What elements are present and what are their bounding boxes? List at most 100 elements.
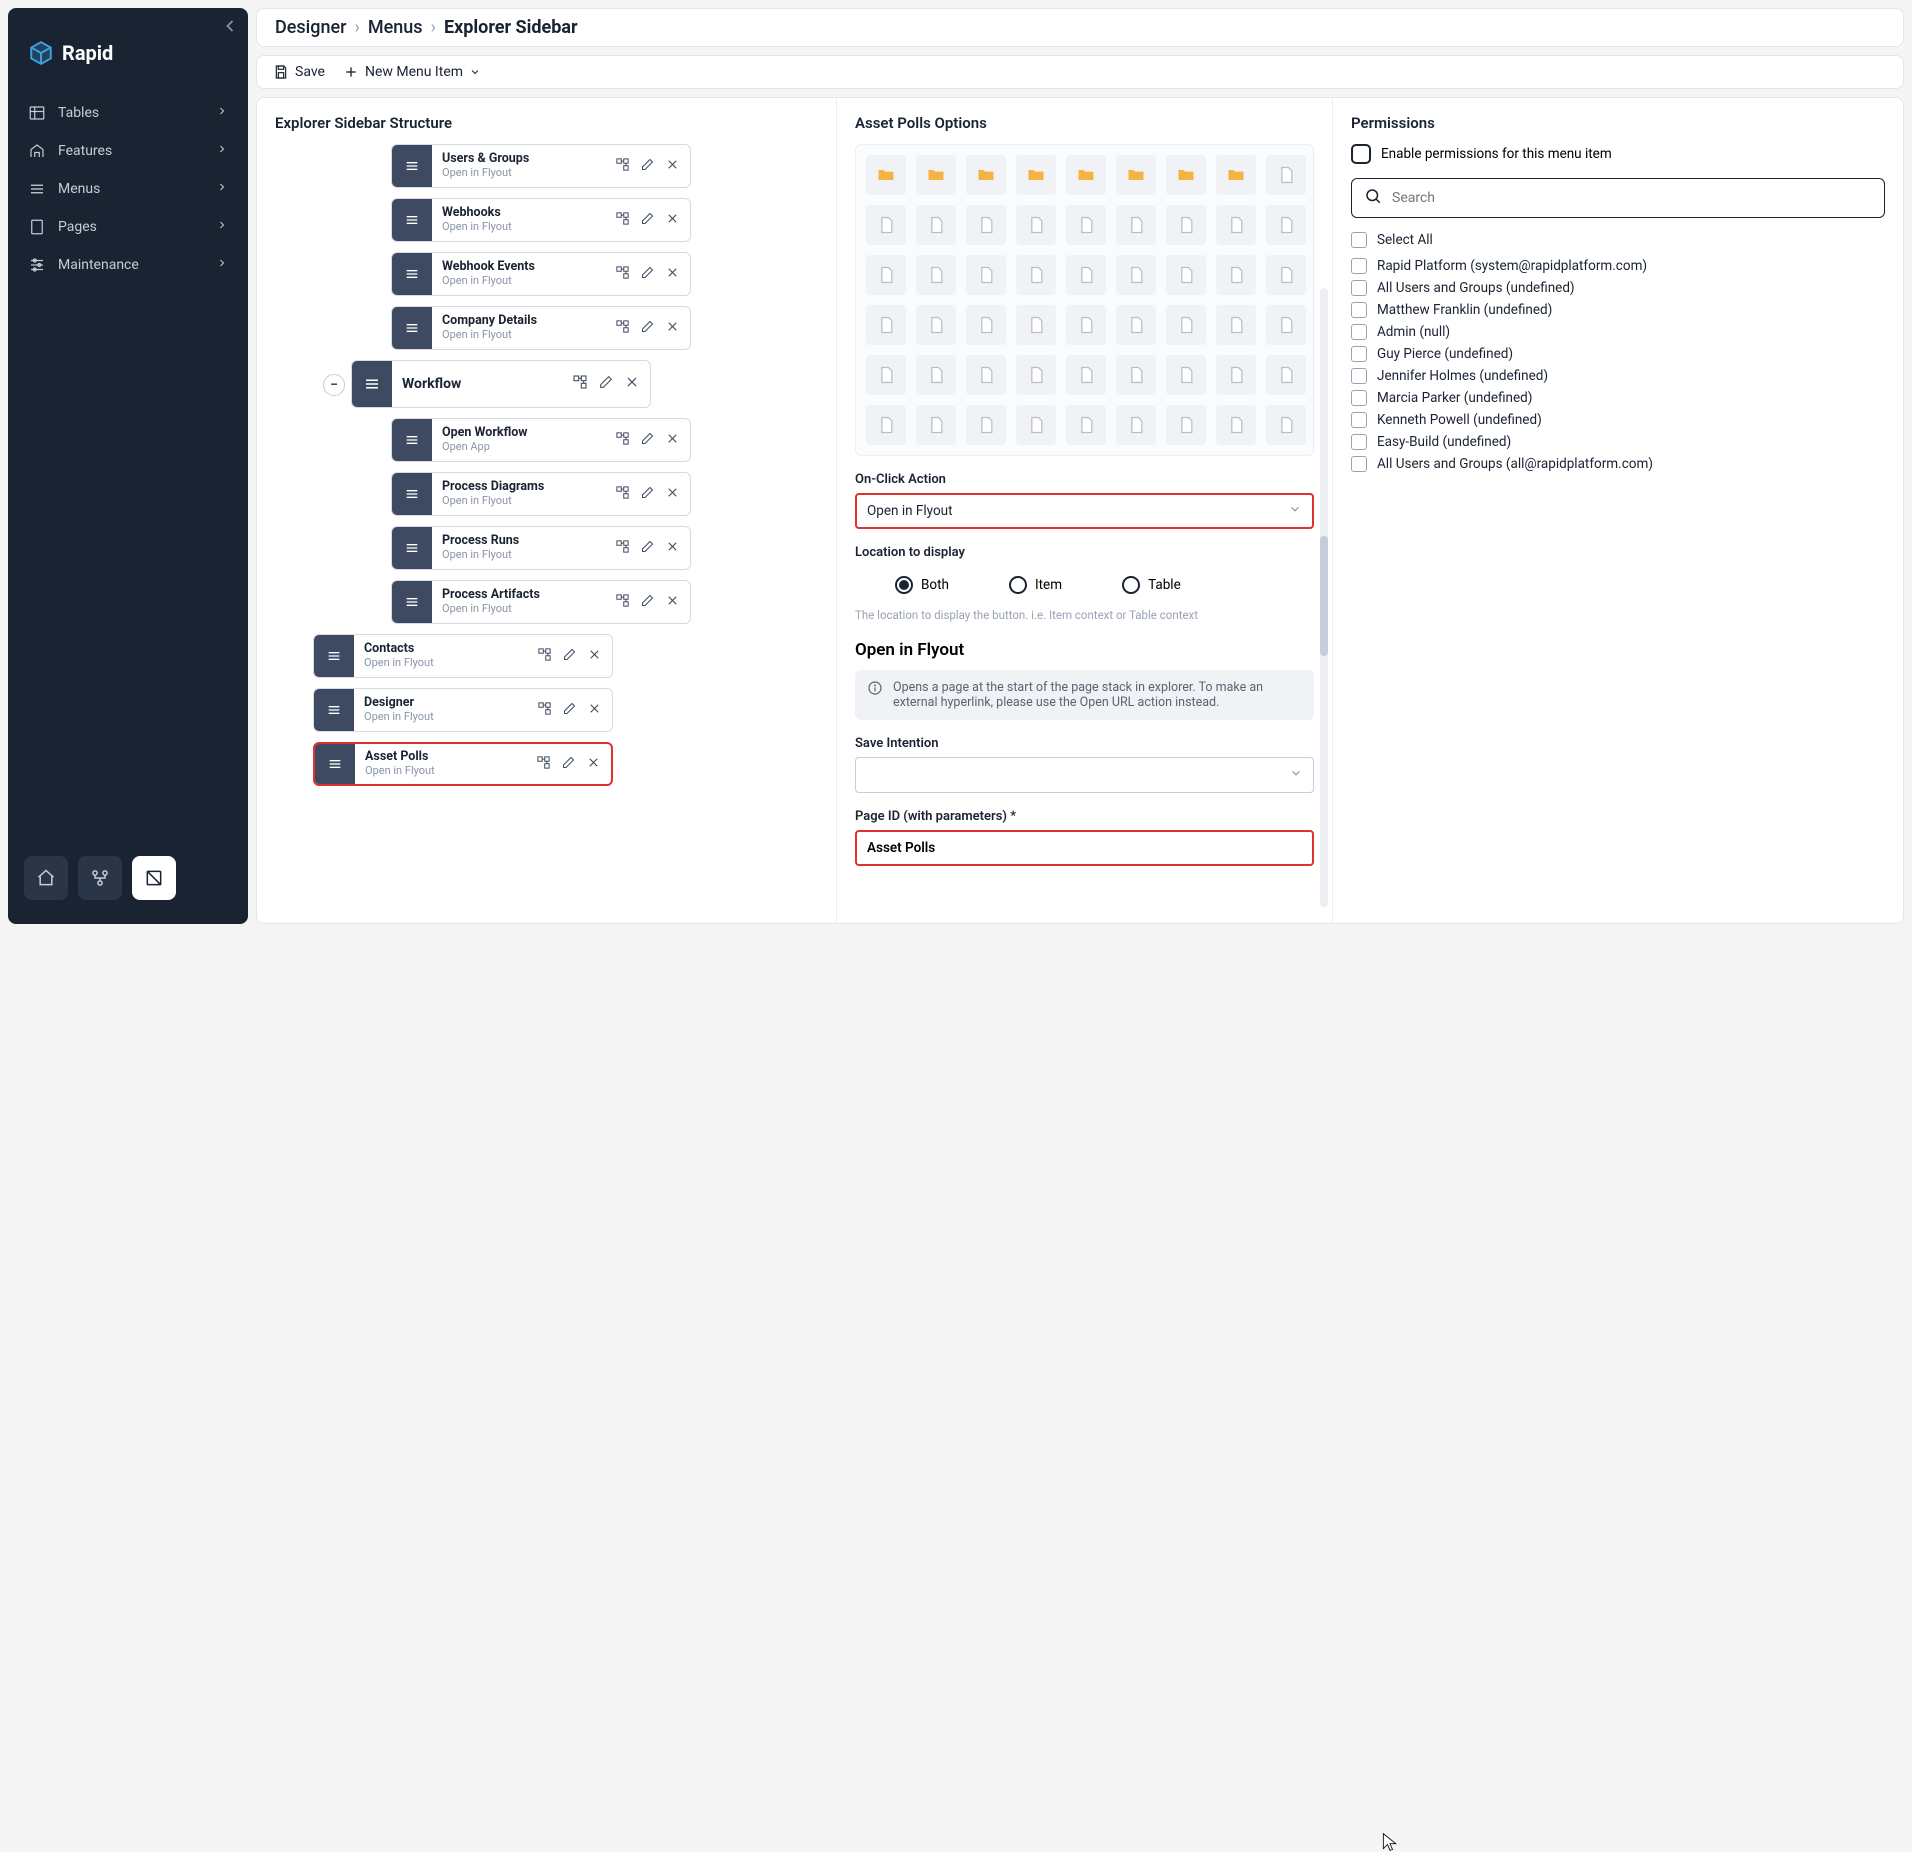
delete-icon[interactable] xyxy=(665,593,680,612)
icon-option[interactable] xyxy=(916,305,956,345)
drag-handle-icon[interactable] xyxy=(392,473,432,515)
permission-item[interactable]: Matthew Franklin (undefined) xyxy=(1351,302,1885,318)
drag-handle-icon[interactable] xyxy=(392,581,432,623)
icon-option[interactable] xyxy=(1066,305,1106,345)
radio-both[interactable]: Both xyxy=(895,576,949,594)
children-icon[interactable] xyxy=(572,374,588,394)
home-button[interactable] xyxy=(24,856,68,900)
icon-option[interactable] xyxy=(1166,355,1206,395)
edit-icon[interactable] xyxy=(562,701,577,720)
collapse-sidebar-button[interactable] xyxy=(220,16,240,36)
edit-icon[interactable] xyxy=(640,319,655,338)
nav-maintenance[interactable]: Maintenance xyxy=(8,246,248,284)
icon-option[interactable] xyxy=(1116,205,1156,245)
drag-handle-icon[interactable] xyxy=(314,689,354,731)
enable-permissions-checkbox[interactable]: Enable permissions for this menu item xyxy=(1351,144,1885,164)
icon-option[interactable] xyxy=(1266,155,1306,195)
drag-handle-icon[interactable] xyxy=(392,527,432,569)
drag-handle-icon[interactable] xyxy=(392,307,432,349)
children-icon[interactable] xyxy=(537,701,552,720)
icon-option[interactable] xyxy=(1016,405,1056,445)
permission-item[interactable]: All Users and Groups (undefined) xyxy=(1351,280,1885,296)
tree-item[interactable]: DesignerOpen in Flyout xyxy=(313,688,613,732)
delete-icon[interactable] xyxy=(587,647,602,666)
icon-option[interactable] xyxy=(1266,255,1306,295)
icon-option[interactable] xyxy=(1266,305,1306,345)
icon-option[interactable] xyxy=(1166,305,1206,345)
tree-item[interactable]: Open WorkflowOpen App xyxy=(391,418,691,462)
permission-item[interactable]: Kenneth Powell (undefined) xyxy=(1351,412,1885,428)
icon-option[interactable] xyxy=(1016,255,1056,295)
icon-option[interactable] xyxy=(966,405,1006,445)
icon-option[interactable] xyxy=(966,155,1006,195)
drag-handle-icon[interactable] xyxy=(352,361,392,407)
edit-icon[interactable] xyxy=(640,431,655,450)
icon-option[interactable] xyxy=(866,355,906,395)
permission-item[interactable]: Admin (null) xyxy=(1351,324,1885,340)
children-icon[interactable] xyxy=(615,211,630,230)
icon-option[interactable] xyxy=(1116,305,1156,345)
drag-handle-icon[interactable] xyxy=(315,744,355,784)
icon-option[interactable] xyxy=(866,305,906,345)
icon-option[interactable] xyxy=(916,255,956,295)
edit-icon[interactable] xyxy=(561,755,576,774)
icon-option[interactable] xyxy=(1166,255,1206,295)
icon-option[interactable] xyxy=(1016,355,1056,395)
icon-option[interactable] xyxy=(916,405,956,445)
crumb-menus[interactable]: Menus xyxy=(368,17,423,38)
children-icon[interactable] xyxy=(537,647,552,666)
icon-option[interactable] xyxy=(966,355,1006,395)
delete-icon[interactable] xyxy=(665,431,680,450)
tree-item[interactable]: Company DetailsOpen in Flyout xyxy=(391,306,691,350)
edit-icon[interactable] xyxy=(640,539,655,558)
icon-option[interactable] xyxy=(1066,155,1106,195)
children-icon[interactable] xyxy=(615,157,630,176)
icon-option[interactable] xyxy=(1016,155,1056,195)
drag-handle-icon[interactable] xyxy=(392,419,432,461)
icon-option[interactable] xyxy=(866,405,906,445)
crumb-designer[interactable]: Designer xyxy=(275,17,346,38)
icon-option[interactable] xyxy=(1266,405,1306,445)
icon-option[interactable] xyxy=(1216,255,1256,295)
tree-item[interactable]: Webhook EventsOpen in Flyout xyxy=(391,252,691,296)
icon-option[interactable] xyxy=(1066,355,1106,395)
icon-option[interactable] xyxy=(1166,155,1206,195)
workflow-button[interactable] xyxy=(78,856,122,900)
icon-option[interactable] xyxy=(1066,205,1106,245)
children-icon[interactable] xyxy=(615,319,630,338)
children-icon[interactable] xyxy=(615,593,630,612)
edit-icon[interactable] xyxy=(640,211,655,230)
permission-item[interactable]: Marcia Parker (undefined) xyxy=(1351,390,1885,406)
icon-option[interactable] xyxy=(1216,305,1256,345)
icon-option[interactable] xyxy=(1166,405,1206,445)
drag-handle-icon[interactable] xyxy=(392,253,432,295)
nav-pages[interactable]: Pages xyxy=(8,208,248,246)
permission-item[interactable]: Jennifer Holmes (undefined) xyxy=(1351,368,1885,384)
icon-option[interactable] xyxy=(916,355,956,395)
children-icon[interactable] xyxy=(615,539,630,558)
drag-handle-icon[interactable] xyxy=(392,145,432,187)
delete-icon[interactable] xyxy=(587,701,602,720)
permission-item[interactable]: Easy-Build (undefined) xyxy=(1351,434,1885,450)
icon-option[interactable] xyxy=(1266,205,1306,245)
icon-option[interactable] xyxy=(1216,205,1256,245)
icon-option[interactable] xyxy=(866,155,906,195)
collapse-node-button[interactable]: − xyxy=(323,374,345,396)
icon-picker[interactable] xyxy=(855,144,1314,456)
delete-icon[interactable] xyxy=(665,157,680,176)
edit-icon[interactable] xyxy=(640,157,655,176)
tree-item[interactable]: Users & GroupsOpen in Flyout xyxy=(391,144,691,188)
children-icon[interactable] xyxy=(615,431,630,450)
new-menu-item-button[interactable]: New Menu Item xyxy=(343,64,481,80)
delete-icon[interactable] xyxy=(665,211,680,230)
children-icon[interactable] xyxy=(615,485,630,504)
icon-option[interactable] xyxy=(1216,155,1256,195)
radio-item[interactable]: Item xyxy=(1009,576,1062,594)
tree-item[interactable]: Process RunsOpen in Flyout xyxy=(391,526,691,570)
scrollbar[interactable] xyxy=(1320,288,1328,907)
edit-icon[interactable] xyxy=(640,265,655,284)
delete-icon[interactable] xyxy=(624,374,640,394)
icon-option[interactable] xyxy=(1116,355,1156,395)
tree-item[interactable]: Process DiagramsOpen in Flyout xyxy=(391,472,691,516)
select-all-checkbox[interactable]: Select All xyxy=(1351,232,1885,248)
